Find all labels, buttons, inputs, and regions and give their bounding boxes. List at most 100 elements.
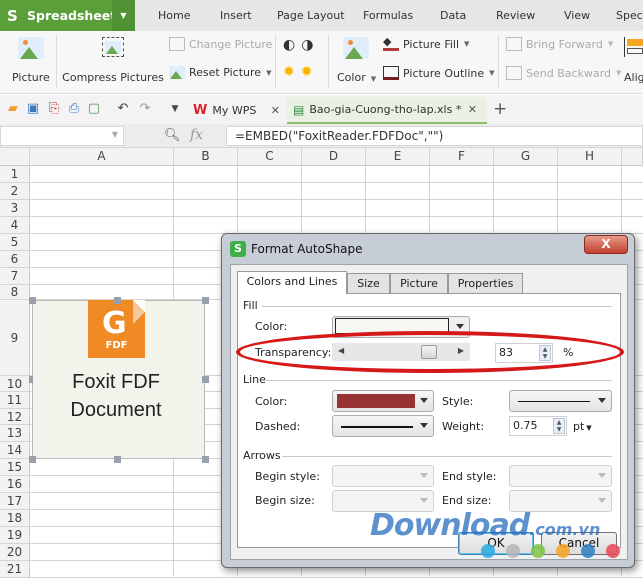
tab-picture[interactable]: Picture — [390, 273, 448, 293]
resize-handle-top-right[interactable] — [202, 297, 209, 304]
row-header-15[interactable]: 15 — [0, 459, 30, 476]
tab-bao-gia-file[interactable]: ▤ Bao-gia-Cuong-tho-lap.xls * ✕ — [287, 97, 487, 124]
tab-size[interactable]: Size — [347, 273, 390, 293]
resize-handle-right[interactable] — [202, 376, 209, 383]
color-button[interactable]: Color ▼ — [337, 37, 376, 84]
print-preview-icon[interactable]: ▢ — [87, 102, 101, 116]
menu-page-layout[interactable]: Page Layout — [277, 9, 345, 22]
brightness-down-icon[interactable]: ✹ — [301, 64, 313, 80]
contrast-up-icon[interactable]: ◐ — [283, 37, 295, 53]
resize-handle-top[interactable] — [114, 297, 121, 304]
row-header-20[interactable]: 20 — [0, 544, 30, 561]
menu-review[interactable]: Review — [496, 9, 535, 22]
bring-forward-button[interactable]: Bring Forward ▼ — [506, 37, 613, 51]
close-icon[interactable]: ✕ — [468, 103, 477, 116]
dialog-close-button[interactable]: X — [584, 235, 628, 254]
align-button[interactable]: Alig — [624, 37, 643, 84]
picture-fill-button[interactable]: ◆ Picture Fill ▼ — [383, 36, 469, 51]
line-style-dropdown[interactable] — [509, 390, 612, 412]
row-header-3[interactable]: 3 — [0, 200, 30, 217]
download-watermark: Download.com.vn — [370, 508, 600, 543]
compress-pictures-button[interactable]: Compress Pictures — [62, 37, 164, 84]
resize-handle-bottom-left[interactable] — [29, 456, 36, 463]
column-header-e[interactable]: E — [366, 148, 430, 166]
column-header-b[interactable]: B — [174, 148, 238, 166]
row-header-21[interactable]: 21 — [0, 561, 30, 578]
contrast-down-icon[interactable]: ◑ — [301, 37, 313, 53]
column-header-h[interactable]: H — [558, 148, 622, 166]
row-header-12[interactable]: 12 — [0, 409, 30, 425]
select-all-corner[interactable] — [0, 148, 30, 166]
picture-outline-label: Picture Outline — [403, 66, 485, 80]
send-backward-button[interactable]: Send Backward ▼ — [506, 66, 621, 80]
column-header-i[interactable] — [622, 148, 643, 166]
dashed-dropdown[interactable] — [332, 415, 434, 437]
row-header-16[interactable]: 16 — [0, 476, 30, 493]
row-header-1[interactable]: 1 — [0, 166, 30, 183]
resize-handle-left[interactable] — [29, 376, 33, 383]
column-header-a[interactable]: A — [30, 148, 174, 166]
menu-formulas[interactable]: Formulas — [363, 9, 413, 22]
row-header-4[interactable]: 4 — [0, 217, 30, 234]
picture-button[interactable]: Picture — [12, 37, 50, 84]
column-header-c[interactable]: C — [238, 148, 302, 166]
open-folder-icon[interactable]: ▰ — [6, 102, 20, 116]
row-header-10[interactable]: 10 — [0, 376, 30, 392]
customize-dropdown-icon[interactable]: ▼ — [168, 102, 182, 116]
zoom-search-icon[interactable]: 🔍︎ — [164, 128, 181, 143]
row-header-19[interactable]: 19 — [0, 527, 30, 544]
new-tab-plus-icon[interactable]: + — [493, 101, 507, 118]
row-header-17[interactable]: 17 — [0, 493, 30, 510]
row-header-9[interactable]: 9 — [0, 300, 30, 376]
outline-pen-icon — [383, 66, 399, 80]
row-header-5[interactable]: 5 — [0, 234, 30, 251]
row-header-13[interactable]: 13 — [0, 425, 30, 442]
brightness-buttons[interactable]: ✹ ✹ — [283, 64, 312, 80]
export-pdf-icon[interactable]: ⎘ — [47, 102, 61, 116]
column-header-g[interactable]: G — [494, 148, 558, 166]
menu-data[interactable]: Data — [440, 9, 466, 22]
change-picture-button[interactable]: Change Picture — [169, 37, 272, 51]
tab-my-wps[interactable]: W My WPS ✕ — [188, 97, 286, 124]
weight-unit-dropdown[interactable]: pt ▼ — [573, 420, 592, 433]
formula-input[interactable]: =EMBED("FoxitReader.FDFDoc","") — [226, 126, 643, 146]
redo-icon[interactable]: ↷ — [138, 102, 152, 116]
save-icon[interactable]: ▣ — [26, 102, 40, 116]
weight-input[interactable]: 0.75 ▲ ▼ — [509, 416, 567, 436]
chevron-down-icon[interactable]: ▼ — [112, 0, 135, 31]
undo-icon[interactable]: ↶ — [116, 102, 130, 116]
row-header-14[interactable]: 14 — [0, 442, 30, 459]
picture-outline-button[interactable]: Picture Outline ▼ — [383, 66, 495, 80]
row-header-8[interactable]: 8 — [0, 285, 30, 300]
resize-handle-bottom-right[interactable] — [202, 456, 209, 463]
line-color-dropdown[interactable] — [332, 390, 434, 412]
row-header-11[interactable]: 11 — [0, 392, 30, 409]
column-header-f[interactable]: F — [430, 148, 494, 166]
print-icon[interactable]: ⎙ — [67, 102, 81, 116]
begin-style-dropdown[interactable] — [332, 465, 434, 487]
name-box[interactable]: ▼ — [0, 126, 124, 146]
app-menu-button[interactable]: S Spreadsheets ▼ — [0, 0, 135, 31]
row-header-2[interactable]: 2 — [0, 183, 30, 200]
resize-handle-top-left[interactable] — [29, 297, 36, 304]
contrast-buttons[interactable]: ◐ ◑ — [283, 37, 313, 53]
resize-handle-bottom[interactable] — [114, 456, 121, 463]
spin-updown-icon[interactable]: ▲ ▼ — [553, 418, 565, 434]
column-header-d[interactable]: D — [302, 148, 366, 166]
menu-special[interactable]: Spec — [616, 9, 643, 22]
row-header-6[interactable]: 6 — [0, 251, 30, 268]
close-icon[interactable]: ✕ — [271, 104, 280, 117]
brightness-up-icon[interactable]: ✹ — [283, 64, 295, 80]
end-style-dropdown[interactable] — [509, 465, 612, 487]
tab-colors-and-lines[interactable]: Colors and Lines — [237, 271, 347, 294]
row-header-7[interactable]: 7 — [0, 268, 30, 285]
fx-icon[interactable]: fx — [190, 127, 203, 143]
menu-insert[interactable]: Insert — [220, 9, 252, 22]
reset-picture-button[interactable]: Reset Picture ▼ — [169, 66, 271, 79]
chevron-down-icon[interactable]: ▼ — [112, 130, 118, 139]
tab-properties[interactable]: Properties — [448, 273, 523, 293]
wps-dialog-logo-icon: S — [230, 241, 246, 257]
menu-home[interactable]: Home — [158, 9, 190, 22]
row-header-18[interactable]: 18 — [0, 510, 30, 527]
menu-view[interactable]: View — [564, 9, 590, 22]
